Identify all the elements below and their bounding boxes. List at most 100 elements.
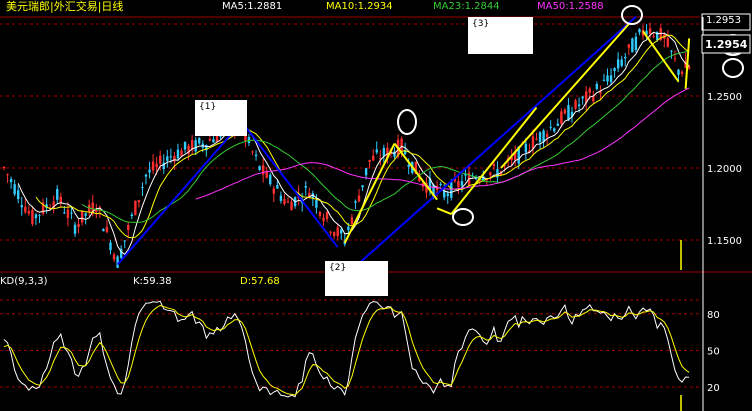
- candle-body: [109, 242, 112, 251]
- candle-body: [492, 164, 496, 167]
- candle-body: [620, 59, 623, 66]
- candle-body: [364, 168, 368, 176]
- candle-body: [549, 126, 552, 128]
- candle-body: [286, 201, 290, 203]
- ma50-label: MA50:1.2588: [537, 1, 604, 12]
- candle-body: [194, 140, 197, 152]
- candle-body: [212, 139, 215, 143]
- candle-body: [613, 68, 616, 72]
- y-tick-label: 80: [707, 310, 720, 321]
- candle-body: [361, 185, 364, 188]
- candle-body: [112, 254, 116, 260]
- candle-body: [73, 224, 77, 234]
- candle-body: [283, 199, 286, 204]
- candle-body: [535, 138, 538, 140]
- candle-body: [166, 156, 169, 161]
- candle-body: [183, 141, 187, 150]
- candle-body: [673, 58, 677, 60]
- candle-body: [350, 217, 354, 225]
- trend-line-blue: [344, 16, 637, 277]
- candle-body: [588, 88, 591, 93]
- candle-body: [269, 174, 272, 185]
- candle-body: [134, 201, 137, 215]
- price-chart: 1.1500 1.2000 1.2500 80 50 20: [0, 5, 752, 411]
- candle-body: [354, 201, 357, 203]
- candle-body: [595, 83, 599, 90]
- candle-body: [17, 190, 20, 200]
- candle-body: [329, 231, 332, 233]
- ma23-line: [81, 50, 690, 223]
- d-line: [3, 304, 690, 396]
- trend-line-yellow: [343, 143, 396, 244]
- candle-body: [556, 123, 559, 126]
- candle-body: [151, 161, 155, 171]
- candle-body: [77, 223, 80, 227]
- candle-body: [382, 148, 386, 156]
- candle-body: [31, 210, 34, 225]
- candle-body: [84, 213, 87, 216]
- candle-body: [38, 214, 41, 216]
- candle-body: [407, 164, 410, 167]
- candle-body: [70, 212, 73, 214]
- price-label-upper: 1.2953: [706, 15, 741, 26]
- candle-body: [66, 209, 70, 219]
- annotation-3: {3}: [468, 17, 533, 54]
- candle-body: [347, 226, 350, 230]
- candle-body: [574, 100, 577, 109]
- candle-body: [677, 69, 680, 75]
- candle-body: [634, 36, 638, 51]
- candle-body: [272, 188, 275, 194]
- candle-body: [9, 179, 13, 183]
- candle-body: [531, 136, 535, 149]
- candle-body: [567, 105, 570, 121]
- candle-body: [489, 172, 492, 176]
- candle-body: [27, 211, 31, 214]
- candle-body: [20, 205, 23, 208]
- candle-body: [254, 154, 258, 157]
- candle-body: [105, 227, 109, 233]
- candle-body: [130, 214, 133, 216]
- candle-body: [443, 190, 446, 198]
- candle-body: [63, 212, 66, 214]
- candle-body: [336, 227, 339, 237]
- candle-body: [208, 138, 212, 141]
- annotation-2: {2}: [325, 261, 388, 296]
- candle-body: [123, 240, 126, 242]
- candle-body: [325, 211, 329, 220]
- candle-body: [13, 184, 16, 195]
- candle-body: [6, 174, 9, 176]
- candle-body: [251, 151, 254, 153]
- d-value: D:57.68: [240, 276, 280, 287]
- candle-body: [446, 193, 449, 196]
- candle-body: [375, 149, 378, 153]
- ma5-label: MA5:1.2881: [222, 1, 283, 12]
- candle-body: [169, 156, 173, 158]
- candle-body: [261, 165, 265, 175]
- candle-body: [137, 200, 141, 203]
- candle-body: [141, 187, 144, 189]
- k-value: K:59.38: [133, 276, 172, 287]
- candle-body: [372, 155, 375, 161]
- candle-body: [155, 163, 158, 168]
- candle-body: [357, 195, 361, 202]
- candle-body: [400, 138, 403, 151]
- candle-body: [148, 169, 151, 173]
- candle-body: [332, 232, 336, 236]
- candle-body: [144, 174, 148, 177]
- ma5-line: [17, 31, 690, 256]
- swing-circle: [722, 58, 744, 78]
- candle-body: [304, 185, 307, 188]
- candle-body: [95, 209, 98, 213]
- candle-body: [198, 137, 201, 144]
- candle-body: [627, 44, 630, 48]
- candle-body: [457, 181, 460, 188]
- trend-line-yellow: [393, 142, 438, 201]
- candle-body: [244, 135, 247, 142]
- candle-body: [290, 201, 293, 211]
- candle-body: [670, 50, 673, 52]
- candle-body: [2, 166, 6, 169]
- candle-body: [609, 75, 613, 83]
- candle-body: [581, 96, 584, 99]
- y-tick-label: 1.1500: [707, 236, 742, 247]
- candle-body: [34, 214, 38, 219]
